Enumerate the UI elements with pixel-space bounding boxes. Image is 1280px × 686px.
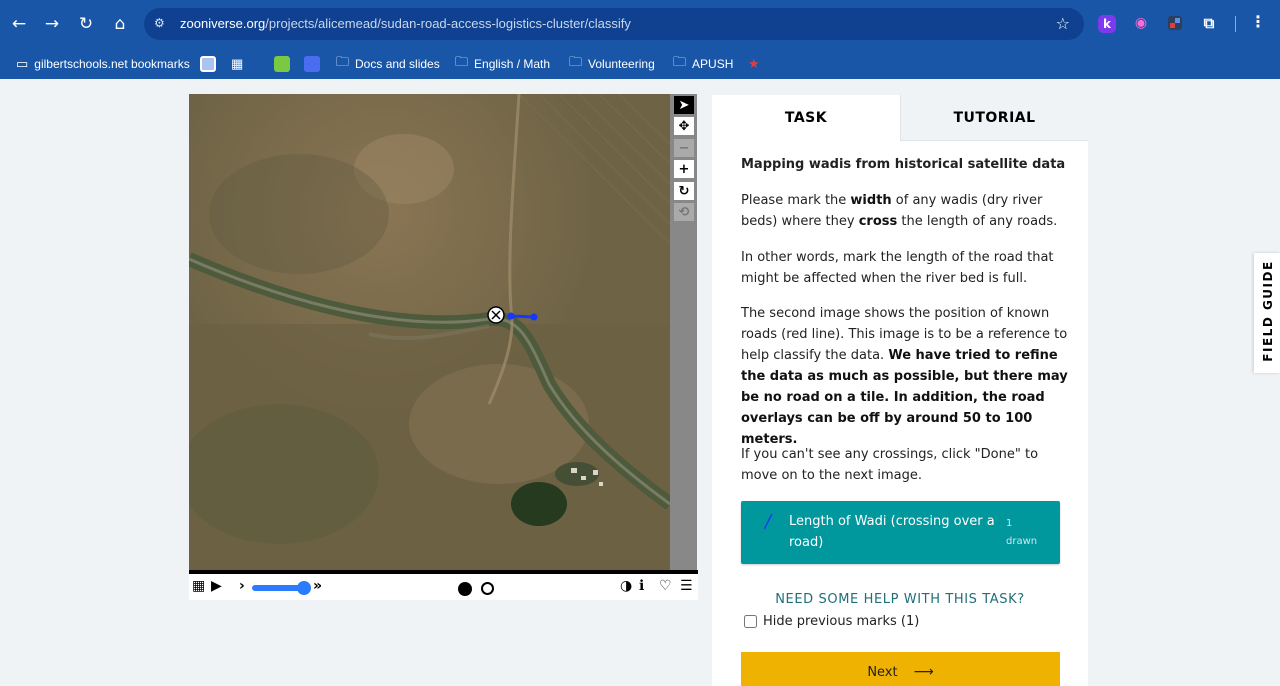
bookmark-app-2[interactable]: ▦ (231, 55, 249, 73)
wadi-length-tool-button[interactable]: / Length of Wadi (crossing over a road) … (741, 501, 1060, 564)
zoom-out-icon[interactable]: − (674, 139, 694, 157)
frame-1-dot[interactable] (458, 582, 472, 596)
delete-mark-icon (487, 306, 505, 324)
bookmark-english-math[interactable]: 🗀 English / Math (455, 54, 550, 73)
back-icon[interactable]: ← (7, 12, 31, 36)
instruction-paragraph-2: In other words, mark the length of the r… (741, 250, 1054, 286)
address-bar[interactable]: ⚙ zooniverse.org/projects/alicemead/suda… (144, 8, 1084, 40)
task-title: Mapping wadis from historical satellite … (741, 157, 1066, 172)
bookmark-docs-and-slides[interactable]: 🗀 Docs and slides (336, 54, 440, 73)
bookmark-app-5[interactable]: ★ (748, 55, 766, 73)
tool-label: Length of Wadi (crossing over a road) (789, 514, 995, 550)
speed-slider-knob[interactable] (297, 581, 311, 595)
next-label: Next (867, 664, 898, 680)
grid-icon: ▦ (231, 56, 244, 71)
flag-icon: ★ (748, 56, 760, 71)
field-guide-label: FIELD GUIDE (1261, 260, 1275, 362)
next-button[interactable]: Next ⟶ (741, 652, 1060, 686)
task-help-link[interactable]: NEED SOME HELP WITH THIS TASK? (712, 592, 1088, 607)
pointer-tool-icon[interactable]: ➤ (674, 96, 694, 114)
url-text[interactable]: zooniverse.org/projects/alicemead/sudan-… (180, 16, 631, 31)
field-guide-tab[interactable]: FIELD GUIDE (1254, 253, 1280, 373)
tool-drawn-count: 1 drawn (1006, 518, 1038, 547)
folder-icon: 🗀 (673, 54, 687, 69)
collections-list-icon[interactable]: ☰ (680, 578, 693, 594)
browser-toolbar: ← → ↻ ⌂ ⚙ zooniverse.org/projects/alicem… (0, 0, 1280, 47)
bookmark-app-3[interactable] (274, 55, 290, 73)
extension-icon[interactable] (1165, 13, 1185, 33)
tab-tutorial[interactable]: TUTORIAL (900, 95, 1088, 141)
info-icon[interactable]: ℹ (639, 578, 644, 594)
folder-icon: 🗀 (455, 54, 469, 69)
puzzle-icon[interactable]: ⧉ (1199, 13, 1219, 33)
hide-previous-marks-checkbox[interactable] (744, 615, 757, 628)
menu-icon[interactable]: ⋮ (1250, 12, 1266, 31)
folder-icon: 🗀 (336, 54, 350, 69)
satellite-image[interactable] (189, 94, 670, 570)
bookmarks-bar: ▭ gilbertschools.net bookmarks ▦ 🗀 Docs … (0, 47, 1280, 79)
instruction-paragraph-1: Please mark the width of any wadis (dry … (741, 193, 1058, 229)
subject-image-viewer[interactable] (189, 94, 670, 570)
frame-2-dot[interactable] (481, 582, 494, 595)
site-settings-icon[interactable]: ⚙ (154, 16, 170, 32)
rotate-icon[interactable]: ↻ (674, 182, 694, 200)
reload-icon[interactable]: ↻ (74, 12, 98, 36)
frame-player-controls: ▦ ▶ › » ◑ ℹ ♡ ☰ (189, 570, 698, 600)
bookmark-gilbertschools[interactable]: ▭ gilbertschools.net bookmarks (16, 55, 190, 73)
folder-icon: 🗀 (569, 54, 583, 69)
toolbar-divider (1235, 16, 1236, 32)
step-forward-icon[interactable]: › (239, 578, 245, 594)
task-panel: TASK TUTORIAL Mapping wadis from histori… (712, 95, 1088, 686)
arrow-right-icon: ⟶ (913, 664, 934, 680)
k-extension-icon[interactable]: k (1098, 15, 1116, 33)
move-tool-icon[interactable]: ✥ (674, 117, 694, 135)
bookmark-apush[interactable]: 🗀 APUSH (673, 54, 733, 73)
play-icon[interactable]: ▶ (211, 578, 222, 594)
striped-app-icon (304, 56, 320, 72)
line-tool-icon: / (765, 511, 772, 532)
instruction-paragraph-4: If you can't see any crossings, click "D… (741, 447, 1039, 483)
hide-previous-marks[interactable]: Hide previous marks (1) (744, 614, 919, 629)
grid-view-icon[interactable]: ▦ (192, 578, 205, 594)
contrast-icon[interactable]: ◑ (620, 578, 632, 594)
bookmark-star-icon[interactable]: ☆ (1056, 14, 1070, 33)
bookmark-folder-icon: ▭ (16, 56, 29, 71)
hide-previous-marks-label: Hide previous marks (1) (763, 614, 920, 629)
tab-task[interactable]: TASK (712, 95, 900, 141)
bookmark-volunteering[interactable]: 🗀 Volunteering (569, 54, 655, 73)
bookmark-app-4[interactable] (304, 55, 320, 73)
c-app-icon (274, 56, 290, 72)
zoom-in-icon[interactable]: + (674, 160, 694, 178)
image-tools-strip: ➤ ✥ − + ↻ ⟲ (670, 94, 697, 574)
app-icon (200, 56, 216, 72)
instruction-paragraph-3: The second image shows the position of k… (741, 306, 1068, 447)
video-extension-icon[interactable]: ◉ (1131, 13, 1151, 33)
reset-icon[interactable]: ⟲ (674, 203, 694, 221)
favorite-heart-icon[interactable]: ♡ (659, 578, 672, 594)
bookmark-app-1[interactable] (200, 55, 216, 73)
forward-icon[interactable]: → (40, 12, 64, 36)
fast-forward-icon[interactable]: » (313, 578, 322, 594)
home-icon[interactable]: ⌂ (108, 12, 132, 36)
